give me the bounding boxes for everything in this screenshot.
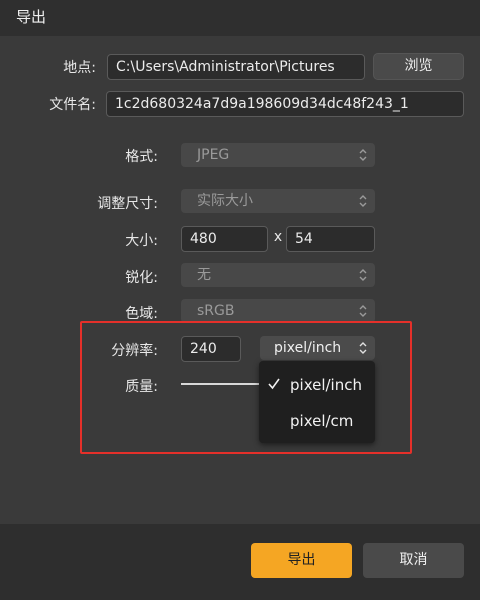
resize-value: 实际大小 — [197, 193, 253, 209]
sharpen-select[interactable]: 无 — [181, 263, 375, 287]
resolution-label: 分辨率: — [111, 343, 158, 359]
dropdown-option-label: pixel/cm — [290, 412, 354, 430]
resolution-unit-select[interactable]: pixel/inch — [260, 336, 375, 360]
format-label: 格式: — [125, 149, 158, 165]
sharpen-label: 锐化: — [125, 270, 158, 286]
location-label: 地点: — [63, 60, 96, 76]
chevron-updown-icon — [359, 149, 367, 161]
filename-field[interactable]: 1c2d680324a7d9a198609d34dc48f243_1 — [106, 91, 464, 117]
resize-label: 调整尺寸: — [97, 196, 158, 212]
dialog-title: 导出 — [16, 8, 47, 26]
cancel-button[interactable]: 取消 — [363, 543, 464, 578]
title-bar: 导出 — [0, 0, 480, 36]
size-label: 大小: — [125, 233, 158, 249]
height-field[interactable]: 54 — [286, 226, 375, 252]
format-select[interactable]: JPEG — [181, 143, 375, 167]
resolution-unit-dropdown: pixel/inch pixel/cm — [259, 361, 375, 443]
location-field[interactable]: C:\Users\Administrator\Pictures — [107, 54, 365, 80]
color-space-label: 色域: — [125, 306, 158, 322]
browse-button[interactable]: 浏览 — [373, 53, 464, 80]
size-separator: x — [273, 229, 283, 245]
chevron-updown-icon — [359, 269, 367, 281]
width-field[interactable]: 480 — [181, 226, 268, 252]
dropdown-option-label: pixel/inch — [290, 376, 362, 394]
chevron-updown-icon — [359, 195, 367, 207]
quality-label: 质量: — [125, 379, 158, 395]
format-value: JPEG — [197, 147, 230, 163]
resolution-field[interactable]: 240 — [181, 336, 241, 362]
sharpen-value: 无 — [197, 267, 211, 283]
color-space-value: sRGB — [197, 303, 235, 319]
checkmark-icon — [268, 378, 280, 390]
color-space-select[interactable]: sRGB — [181, 299, 375, 323]
resize-select[interactable]: 实际大小 — [181, 189, 375, 213]
dropdown-option-pixel-cm[interactable]: pixel/cm — [259, 406, 375, 436]
resolution-unit-value: pixel/inch — [274, 340, 342, 356]
filename-label: 文件名: — [49, 97, 96, 113]
chevron-updown-icon — [359, 342, 367, 354]
export-button[interactable]: 导出 — [251, 543, 352, 578]
quality-slider[interactable] — [181, 383, 261, 385]
chevron-updown-icon — [359, 305, 367, 317]
dropdown-option-pixel-inch[interactable]: pixel/inch — [259, 370, 375, 400]
